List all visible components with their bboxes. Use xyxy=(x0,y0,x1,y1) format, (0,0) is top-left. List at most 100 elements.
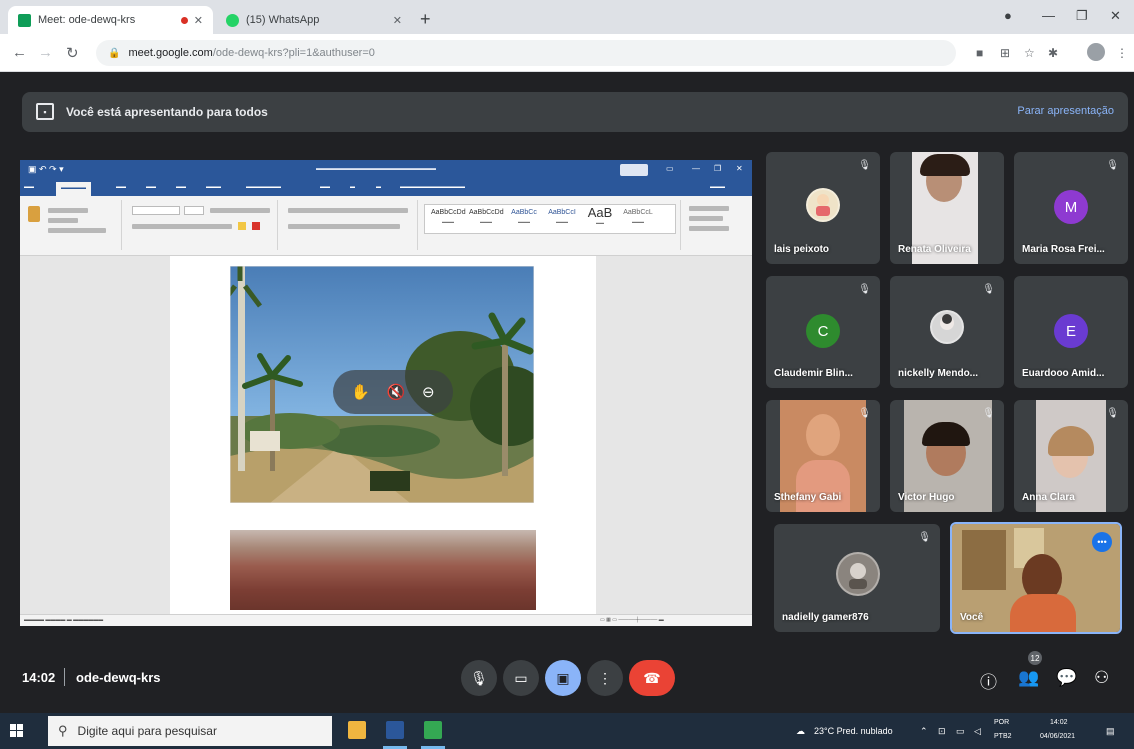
participant-tile[interactable]: 🎙 nadielly gamer876 xyxy=(774,524,940,632)
word-share-button[interactable]: ▬▬▬ xyxy=(710,184,725,190)
remove-icon[interactable]: ⊖ xyxy=(422,383,435,401)
reload-button[interactable]: ↻ xyxy=(66,44,79,62)
participant-tile[interactable]: 🎙 M Maria Rosa Frei... xyxy=(1014,152,1128,264)
taskbar-time[interactable]: 14:02 xyxy=(1050,719,1068,726)
meeting-details-button[interactable]: ⓘ xyxy=(980,668,997,693)
word-tab[interactable]: ▬▬ xyxy=(320,184,330,190)
style-heading2[interactable]: AaBbCcI ▬▬▬ xyxy=(545,209,579,224)
participant-tile[interactable]: 🎙 Anna Clara xyxy=(1014,400,1128,512)
word-quick-access-icon[interactable]: ▣ ↶ ↷ ▾ xyxy=(28,164,64,175)
participant-tile[interactable]: 🎙 Sthefany Gabi xyxy=(766,400,880,512)
new-tab-button[interactable]: + xyxy=(420,9,431,30)
microphone-icon: 🎙 xyxy=(470,669,488,686)
word-tab[interactable]: ▬▬▬ xyxy=(206,184,221,190)
weather-icon[interactable]: ☁ xyxy=(796,726,805,737)
participant-tile[interactable]: 🎙 lais peixoto xyxy=(766,152,880,264)
battery-icon[interactable]: ▭ xyxy=(956,726,965,737)
tab-search-icon[interactable]: ● xyxy=(1004,8,1012,23)
qr-code-icon[interactable]: ⊞ xyxy=(1000,46,1010,60)
bookmark-star-icon[interactable]: ☆ xyxy=(1024,46,1035,60)
file-explorer-icon[interactable] xyxy=(348,721,366,739)
more-options-button[interactable]: ••• xyxy=(1092,532,1112,552)
word-minimize-icon[interactable]: — xyxy=(692,164,700,173)
participant-tile[interactable]: 🎙 Victor Hugo xyxy=(890,400,1004,512)
activities-button[interactable]: ⚇ xyxy=(1094,668,1109,688)
font-size-field[interactable] xyxy=(184,206,204,215)
tray-overflow-icon[interactable]: ⌃ xyxy=(920,726,928,737)
microphone-button[interactable]: 🎙 xyxy=(461,660,497,696)
windows-start-icon[interactable] xyxy=(10,724,23,737)
word-tab[interactable]: ▬▬ xyxy=(176,184,186,190)
chat-button[interactable]: 💬 xyxy=(1056,668,1077,688)
minimize-button[interactable]: — xyxy=(1042,8,1055,23)
network-icon[interactable]: ⊡ xyxy=(938,726,946,737)
back-button[interactable]: ← xyxy=(12,44,27,61)
participant-tile[interactable]: E Euardooo Amid... xyxy=(1014,276,1128,388)
participant-name: lais peixoto xyxy=(774,244,830,255)
font-name-field[interactable] xyxy=(132,206,180,215)
extensions-icon[interactable]: ✱ xyxy=(1048,46,1058,60)
close-tab-icon[interactable]: ✕ xyxy=(393,14,402,27)
word-tab[interactable]: ▬▬ xyxy=(24,184,34,190)
taskbar-search-field[interactable]: ⚲ Digite aqui para pesquisar xyxy=(48,716,332,746)
mic-muted-icon: 🎙 xyxy=(982,408,995,419)
profile-avatar[interactable] xyxy=(1087,43,1105,61)
style-heading1[interactable]: AaBbCc ▬▬▬ xyxy=(507,209,541,224)
word-tab[interactable]: ▬ xyxy=(350,184,355,190)
word-sign-in-button[interactable] xyxy=(620,164,648,176)
word-view-buttons[interactable]: ▭ ▦ ▭ ─────┼───── ▬ xyxy=(600,617,664,623)
participant-tile[interactable]: 🎙 nickelly Mendo... xyxy=(890,276,1004,388)
present-button[interactable]: ▣ xyxy=(545,660,581,696)
chrome-app-icon[interactable] xyxy=(424,721,442,739)
style-normal[interactable]: AaBbCcDd ▬▬▬ xyxy=(431,209,466,224)
word-tab-active[interactable]: ▬▬▬▬▬ xyxy=(56,182,91,196)
participant-tile[interactable]: Renata Oliveira xyxy=(890,152,1004,264)
style-title[interactable]: AaB ▬▬ xyxy=(583,205,617,225)
leave-call-button[interactable]: ☎ xyxy=(629,660,675,696)
language-indicator[interactable]: POR xyxy=(994,719,1009,726)
participant-name: Maria Rosa Frei... xyxy=(1022,244,1105,255)
style-subtitle[interactable]: AaBbCcL ▬▬▬ xyxy=(621,209,655,224)
close-window-button[interactable]: ✕ xyxy=(1110,8,1121,24)
word-tab[interactable]: ▬▬ xyxy=(146,184,156,190)
keyboard-layout[interactable]: PTB2 xyxy=(994,733,1012,740)
self-view-tile[interactable]: ••• Você xyxy=(950,522,1122,634)
people-button[interactable]: 👥 xyxy=(1018,668,1039,688)
notifications-icon[interactable]: ▤ xyxy=(1106,726,1115,737)
stop-presenting-button[interactable]: Parar apresentação xyxy=(1017,105,1114,117)
camera-button[interactable]: ▭ xyxy=(503,660,539,696)
word-ribbon-options-icon[interactable]: ▭ xyxy=(666,164,674,173)
word-ribbon: AaBbCcDd ▬▬▬ AaBbCcDd ▬▬▬ AaBbCc ▬▬▬ AaBbCc… xyxy=(20,196,752,256)
document-photo-landscape[interactable] xyxy=(230,530,536,610)
meeting-code: ode-dewq-krs xyxy=(76,670,161,685)
url-field[interactable]: 🔒 meet.google.com/ode-dewq-krs?pli=1&aut… xyxy=(96,40,956,66)
word-tab[interactable]: ▬▬▬▬▬▬▬ xyxy=(246,184,281,190)
highlight-color-icon[interactable] xyxy=(238,222,246,230)
font-color-icon[interactable] xyxy=(252,222,260,230)
more-options-button[interactable]: ⋮ xyxy=(587,660,623,696)
style-no-spacing[interactable]: AaBbCcDd ▬▬▬ xyxy=(469,209,504,224)
word-tell-me-field[interactable]: ▬▬▬▬▬▬▬▬▬▬▬▬▬ xyxy=(400,184,465,190)
mute-icon[interactable]: 🔇 xyxy=(387,383,406,401)
taskbar-date[interactable]: 04/06/2021 xyxy=(1040,733,1075,740)
camera-permission-icon[interactable]: ■ xyxy=(976,46,983,60)
word-tab[interactable]: ▬ xyxy=(376,184,381,190)
mic-muted-icon: 🎙 xyxy=(858,408,871,419)
tab-meet[interactable]: Meet: ode-dewq-krs ✕ xyxy=(8,6,213,34)
weather-text[interactable]: 23°C Pred. nublado xyxy=(814,726,893,736)
word-close-icon[interactable]: ✕ xyxy=(736,164,743,173)
maximize-button[interactable]: ❐ xyxy=(1076,8,1088,24)
tab-whatsapp[interactable]: (15) WhatsApp ✕ xyxy=(216,6,412,34)
word-maximize-icon[interactable]: ❐ xyxy=(714,164,721,173)
styles-gallery[interactable]: AaBbCcDd ▬▬▬ AaBbCcDd ▬▬▬ AaBbCc ▬▬▬ AaBbCc… xyxy=(424,204,676,234)
paste-icon[interactable] xyxy=(28,206,40,222)
participant-tile[interactable]: 🎙 C Claudemir Blin... xyxy=(766,276,880,388)
close-tab-icon[interactable]: ✕ xyxy=(194,14,203,27)
volume-icon[interactable]: ◁ xyxy=(974,726,981,737)
word-tab[interactable]: ▬▬ xyxy=(116,184,126,190)
browser-menu-icon[interactable]: ⋮ xyxy=(1116,46,1128,60)
pin-icon[interactable]: ✋ xyxy=(351,383,370,401)
address-bar-row: ← → ↻ 🔒 meet.google.com/ode-dewq-krs?pli… xyxy=(0,34,1134,72)
forward-button[interactable]: → xyxy=(38,44,53,61)
word-app-icon[interactable] xyxy=(386,721,404,739)
